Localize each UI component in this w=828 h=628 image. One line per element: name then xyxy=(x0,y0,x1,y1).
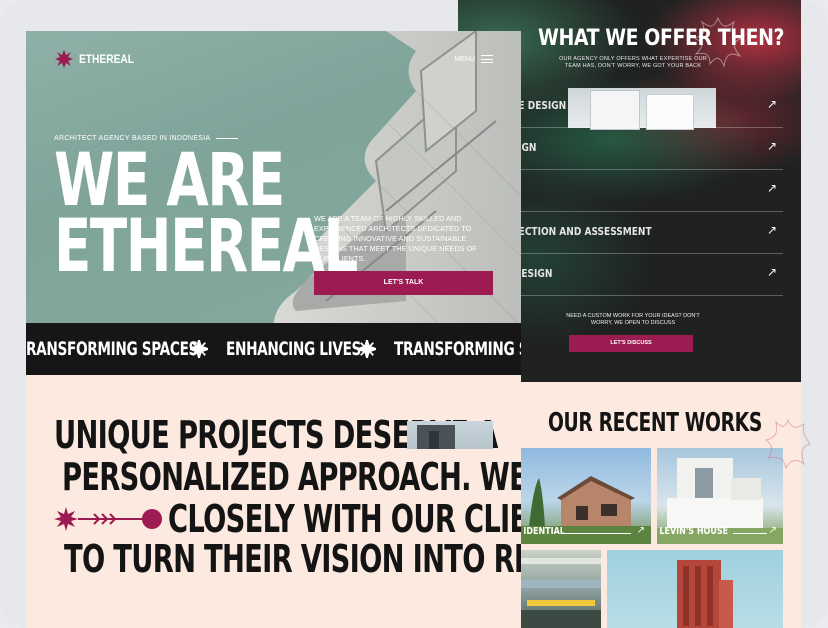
arrow-up-right-icon: ↗ xyxy=(636,525,645,536)
marquee-text: TRANSFORMING SPA xyxy=(394,338,521,360)
service-row-2[interactable]: DESIGN ↗ xyxy=(498,127,783,170)
flower-arrow-decoration-icon xyxy=(54,507,162,531)
caption-divider xyxy=(563,533,631,534)
service-row-1[interactable]: TURE DESIGN ↗ xyxy=(498,85,783,128)
menu-button[interactable]: MENU xyxy=(454,53,493,66)
arrow-up-right-icon: ↗ xyxy=(766,97,777,111)
marquee-band: RANSFORMING SPACES ENHANCING LIVES TRANS… xyxy=(26,323,521,375)
tower-photo xyxy=(677,560,733,628)
statement-section: UNIQUE PROJECTS DESERVE A PERSONALIZED A… xyxy=(26,375,629,628)
showcase-frame: WHAT WE OFFER THEN? OUR AGENCY ONLY OFFE… xyxy=(0,0,828,628)
arrow-up-right-icon: ↗ xyxy=(766,265,777,279)
hero-title: WE ARE ETHEREAL xyxy=(54,144,358,289)
work-card-1[interactable]: IDENTIAL ↗ xyxy=(521,448,651,544)
work-card-4[interactable] xyxy=(607,550,783,628)
caption-divider xyxy=(733,533,767,534)
works-title: OUR RECENT WORKS xyxy=(548,408,762,438)
recent-works-section: OUR RECENT WORKS IDENTIAL ↗ LEVIN'S HOUS… xyxy=(521,382,801,628)
work-caption: LEVIN'S HOUSE ↗ xyxy=(657,525,783,540)
logo-text: ETHEREAL xyxy=(79,52,134,66)
arrow-up-right-icon: ↗ xyxy=(766,223,777,237)
lets-talk-button[interactable]: LET'S TALK xyxy=(314,271,493,295)
work-caption-text: LEVIN'S HOUSE xyxy=(659,526,729,537)
hamburger-icon xyxy=(481,53,493,66)
arrow-up-right-icon: ↗ xyxy=(766,139,777,153)
service-label: NSPECTION AND ASSESSMENT xyxy=(498,225,652,238)
squiggle-outline-icon xyxy=(764,418,811,470)
service-row-4[interactable]: NSPECTION AND ASSESSMENT ↗ xyxy=(498,211,783,254)
work-card-3[interactable] xyxy=(521,550,601,628)
menu-label: MENU xyxy=(454,55,475,63)
hero-section: ETHEREAL MENU ARCHITECT AGENCY BASED IN … xyxy=(26,31,521,323)
marquee-text: ENHANCING LIVES xyxy=(226,338,362,360)
hero-title-line2: ETHEREAL xyxy=(54,204,358,289)
hero-description: WE ARE A TEAM OF HIGHLY-SKILLED AND EXPE… xyxy=(314,214,477,263)
discuss-button[interactable]: LET'S DISCUSS xyxy=(569,335,693,352)
offer-title: WHAT WE OFFER THEN? xyxy=(538,26,785,51)
statement-building-image xyxy=(407,421,493,449)
interior-photo xyxy=(521,558,601,628)
offer-subtitle: OUR AGENCY ONLY OFFERS WHAT EXPERTISE OU… xyxy=(559,56,707,69)
brand-logo[interactable]: ETHEREAL xyxy=(54,49,144,69)
arrow-up-right-icon: ↗ xyxy=(766,181,777,195)
work-caption: IDENTIAL ↗ xyxy=(521,525,651,540)
arrow-up-right-icon: ↗ xyxy=(768,525,777,536)
service-row-3[interactable]: NG ↗ xyxy=(498,169,783,212)
custom-work-text: NEED A CUSTOM WORK FOR YOUR IDEAS? DON'T… xyxy=(566,313,700,326)
service-row-5[interactable]: PE DESIGN ↗ xyxy=(498,253,783,296)
marquee-text: RANSFORMING SPACES xyxy=(26,338,199,360)
work-caption-text: IDENTIAL xyxy=(523,526,565,537)
flower-logo-icon xyxy=(55,50,73,68)
